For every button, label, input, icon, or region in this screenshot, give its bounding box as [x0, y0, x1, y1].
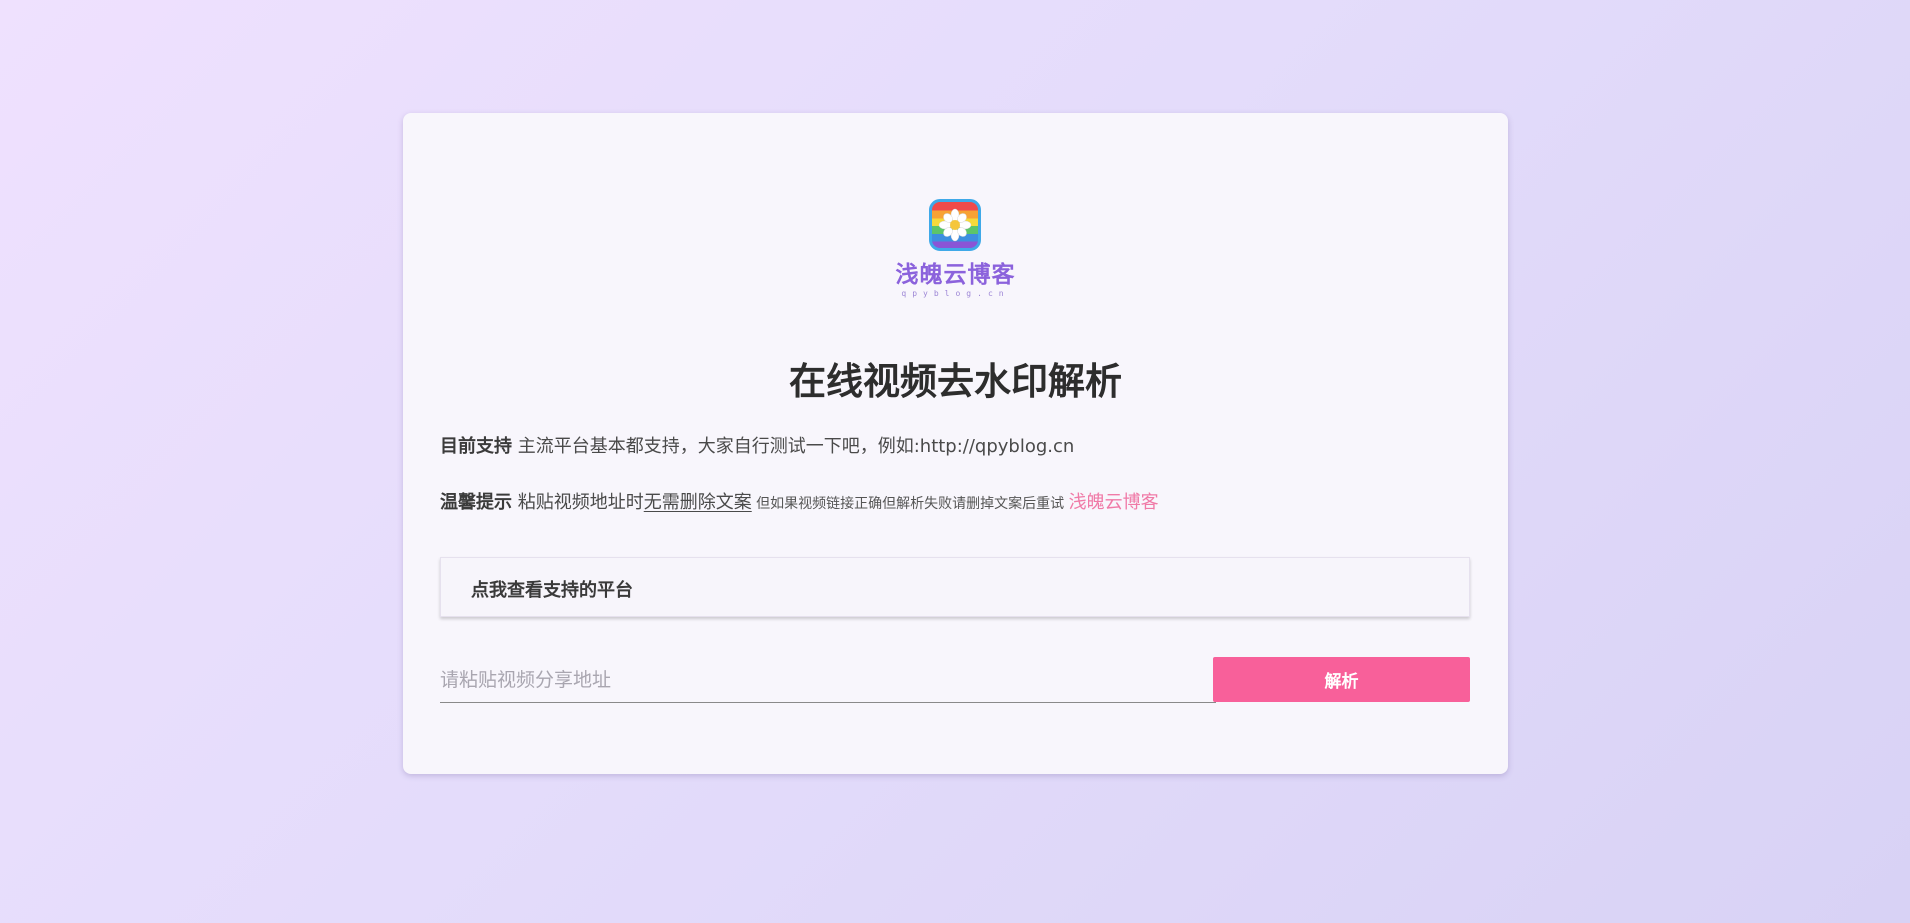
logo-subtext: qpyblog.cn [901, 289, 1010, 298]
support-info: 目前支持 主流平台基本都支持，大家自行测试一下吧，例如:http://qpybl… [440, 434, 1074, 460]
supported-platforms-label: 点我查看支持的平台 [471, 580, 633, 601]
site-logo[interactable]: 浅魄云博客 qpyblog.cn [882, 199, 1029, 309]
flower-icon [938, 208, 972, 242]
logo-text: 浅魄云博客 [895, 262, 1016, 288]
support-label: 目前支持 [440, 436, 512, 457]
tip-label: 温馨提示 [440, 492, 512, 513]
video-url-input[interactable] [440, 658, 1216, 703]
support-text: 主流平台基本都支持，大家自行测试一下吧，例如:http://qpyblog.cn [512, 436, 1075, 457]
parse-button[interactable]: 解析 [1213, 657, 1470, 702]
page-title: 在线视频去水印解析 [789, 360, 1122, 403]
main-card: 浅魄云博客 qpyblog.cn 在线视频去水印解析 目前支持 主流平台基本都支… [403, 113, 1508, 774]
logo-icon [929, 199, 981, 251]
supported-platforms-toggle[interactable]: 点我查看支持的平台 [440, 557, 1470, 617]
tip-info: 温馨提示 粘贴视频地址时无需删除文案 但如果视频链接正确但解析失败请删掉文案后重… [440, 490, 1159, 517]
tip-small-text: 但如果视频链接正确但解析失败请删掉文案后重试 [751, 496, 1069, 512]
tip-text: 粘贴视频地址时 [512, 492, 644, 513]
tip-underlined-text: 无需删除文案 [643, 492, 752, 513]
blog-link[interactable]: 浅魄云博客 [1069, 492, 1159, 513]
